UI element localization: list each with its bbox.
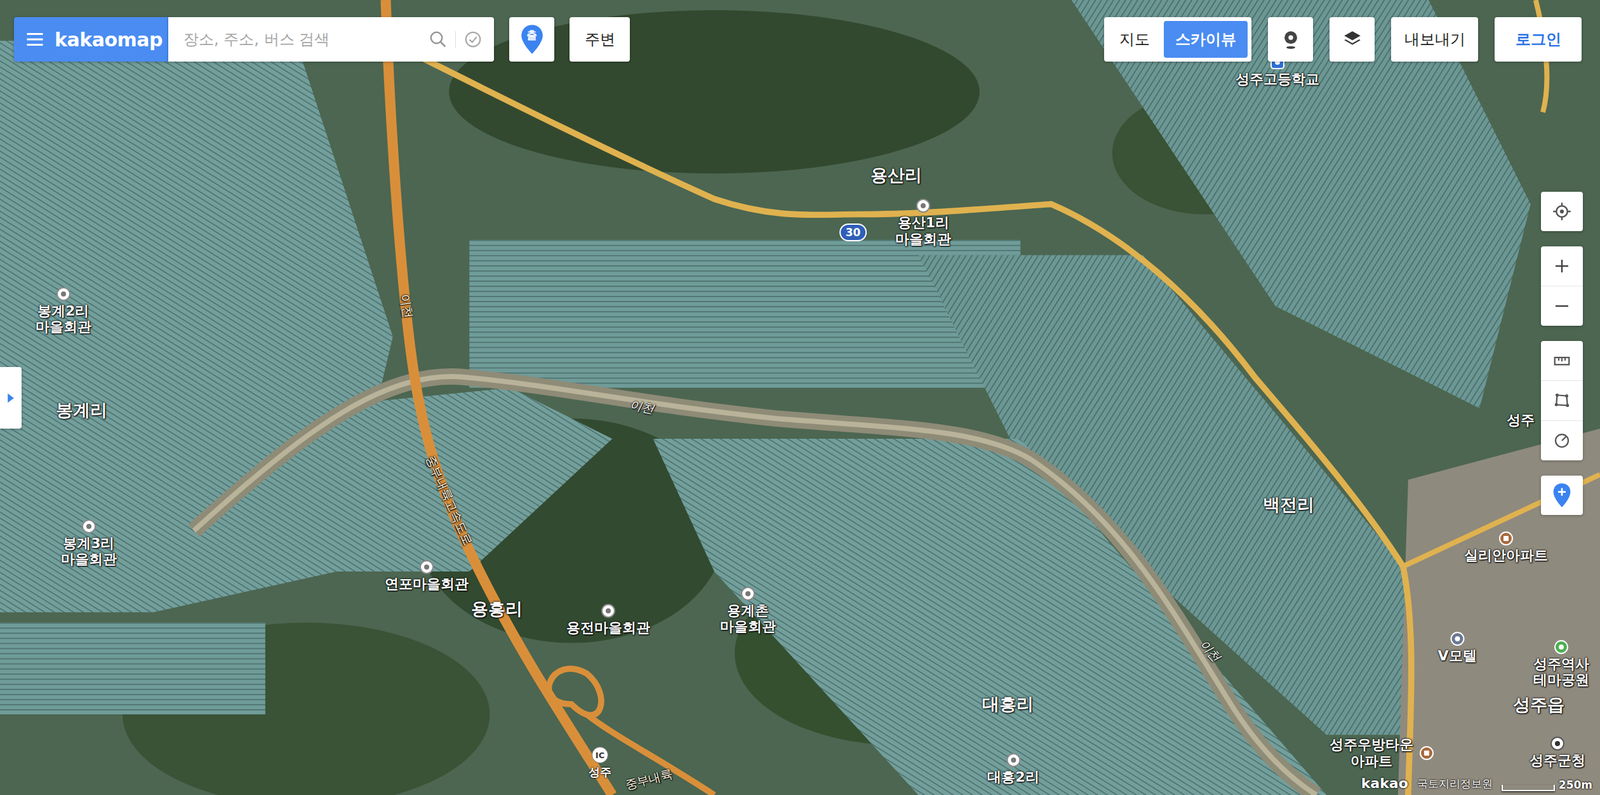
area-icon [1552, 391, 1572, 411]
zoom-out-button[interactable] [1540, 286, 1583, 326]
place-label[interactable]: 용산1리마을회관 [895, 198, 952, 247]
interchange-label[interactable]: IC성주 [588, 746, 612, 780]
scale-bar: 250m [1501, 778, 1593, 792]
place-label[interactable]: 봉계2리마을회관 [35, 286, 92, 336]
hall-marker-icon[interactable] [601, 603, 616, 618]
hall-marker-icon[interactable] [916, 198, 931, 213]
export-button[interactable]: 내보내기 [1391, 17, 1479, 62]
add-place-button[interactable] [1540, 475, 1583, 515]
map-type-option[interactable]: 지도 [1107, 20, 1162, 58]
apartment-marker-icon[interactable] [1499, 531, 1514, 546]
directions-button[interactable]: 출 [509, 17, 555, 62]
place-label[interactable]: 용흥리 [471, 598, 523, 619]
map-page: 30IC성주용산리용산1리마을회관성주고등학교봉계2리마을회관봉계리봉계3리마을… [0, 0, 1600, 795]
expand-arrow-icon [6, 392, 15, 404]
place-label[interactable]: 백전리 [1262, 494, 1315, 515]
hall-marker-icon[interactable] [1006, 753, 1021, 767]
search-icon[interactable] [428, 29, 448, 49]
place-label[interactable]: 용산리 [870, 165, 922, 185]
hall-marker-icon[interactable] [419, 560, 434, 574]
place-label[interactable]: 용계촌마을회관 [720, 586, 776, 635]
target-icon [1552, 201, 1572, 221]
layers-button[interactable] [1329, 17, 1375, 62]
interchange-badge: IC [591, 746, 609, 764]
check-circle-icon[interactable] [463, 29, 483, 49]
place-label[interactable]: 실리안아파트 [1464, 531, 1548, 564]
directions-pin-icon: 출 [520, 24, 544, 55]
apartment-marker-icon[interactable] [1419, 746, 1434, 760]
place-label[interactable]: 성주군청 [1529, 736, 1586, 769]
roadview-button[interactable] [1267, 17, 1314, 62]
radius-button[interactable] [1540, 420, 1583, 461]
distance-button[interactable] [1540, 340, 1583, 381]
place-label[interactable]: 봉계리 [55, 400, 108, 420]
plus-icon [1552, 256, 1572, 276]
kakaomap-logo[interactable]: kakaomap [13, 17, 169, 62]
satellite-imagery [0, 0, 1600, 795]
place-label[interactable]: 성주읍 [1513, 694, 1565, 715]
place-label[interactable]: 성주 [1506, 412, 1535, 428]
hall-marker-icon[interactable] [740, 586, 755, 601]
map-type-option[interactable]: 스카이뷰 [1163, 20, 1248, 58]
map-attribution: kakao국토지리정보원250m [1361, 775, 1593, 792]
place-label[interactable]: 대흥리 [982, 693, 1034, 714]
park-marker-icon[interactable] [1554, 640, 1569, 654]
ruler-icon [1552, 351, 1572, 371]
lodging-marker-icon[interactable] [1450, 631, 1465, 646]
office-marker-icon[interactable] [1550, 736, 1565, 751]
place-label[interactable]: 대흥2리 [987, 753, 1039, 785]
place-label[interactable]: 용전마을회관 [566, 603, 651, 636]
my-location-button[interactable] [1540, 191, 1583, 232]
place-label[interactable]: 성주역사테마공원 [1533, 640, 1590, 689]
top-toolbar: kakaomap 출 주변 지도스카이뷰 내보내기 로그인 [13, 17, 1582, 62]
map-type-toggle: 지도스카이뷰 [1104, 17, 1252, 62]
hall-marker-icon[interactable] [56, 286, 71, 301]
place-label[interactable]: 성주우방타운아파트 [1329, 736, 1434, 769]
add-pin-icon [1551, 482, 1573, 508]
hall-marker-icon[interactable] [81, 519, 96, 534]
area-button[interactable] [1540, 380, 1583, 421]
radius-icon [1552, 431, 1572, 451]
search-field[interactable] [168, 17, 494, 62]
place-label[interactable]: 연포마을회관 [384, 560, 469, 592]
layers-icon [1341, 28, 1364, 51]
route-shield-badge: 30 [839, 223, 868, 242]
place-label[interactable]: V모텔 [1437, 631, 1477, 664]
place-label[interactable]: 봉계3리마을회관 [60, 519, 117, 568]
menu-icon[interactable] [25, 29, 45, 49]
zoom-in-button[interactable] [1540, 246, 1583, 287]
search-input[interactable] [182, 29, 421, 49]
map-controls [1540, 191, 1583, 515]
person-pin-icon [1280, 28, 1302, 51]
side-panel-toggle[interactable] [0, 366, 22, 429]
nearby-button[interactable]: 주변 [569, 17, 630, 62]
login-button[interactable]: 로그인 [1494, 17, 1582, 62]
minus-icon [1552, 296, 1572, 316]
skyview-map[interactable]: 30IC성주용산리용산1리마을회관성주고등학교봉계2리마을회관봉계리봉계3리마을… [0, 0, 1600, 795]
place-label[interactable]: 이천 [397, 293, 415, 320]
